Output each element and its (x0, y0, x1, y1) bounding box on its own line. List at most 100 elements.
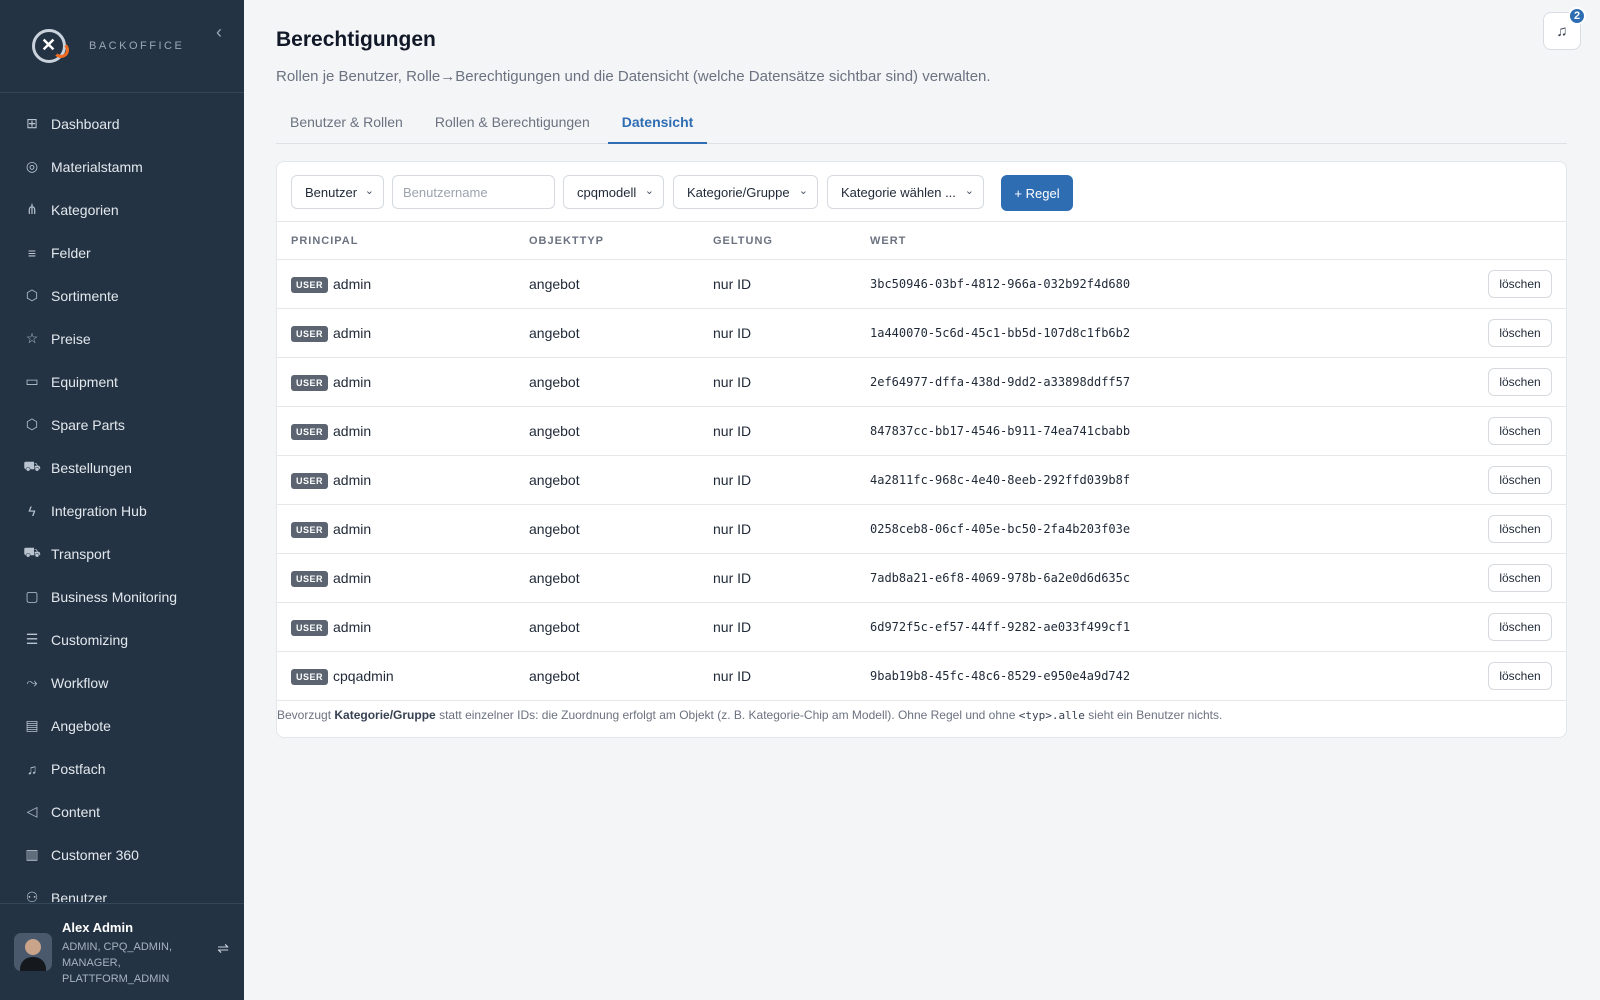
package-icon: ⬡ (25, 416, 39, 432)
delete-rule-button[interactable]: löschen (1488, 466, 1552, 494)
sidebar-item-materialstamm[interactable]: ◎ Materialstamm (0, 145, 244, 188)
geltung-cell: nur ID (713, 423, 752, 439)
sidebar-item-angebote[interactable]: ▤ Angebote (0, 704, 244, 747)
delete-rule-button[interactable]: löschen (1488, 368, 1552, 396)
datensicht-card: Benutzer ⌄ Benutzername cpqmodell ⌄ Kate… (276, 161, 1567, 738)
objekttyp-cell: angebot (529, 423, 580, 439)
chevron-down-icon: ⌄ (964, 185, 974, 197)
sidebar-item-felder[interactable]: ≡ Felder (0, 231, 244, 274)
tab-datensicht[interactable]: Datensicht (607, 103, 708, 144)
sidebar-item-label: Sortimente (51, 287, 119, 304)
sidebar-item-equipment[interactable]: ▭ Equipment (0, 360, 244, 403)
sidebar-item-dashboard[interactable]: ⊞ Dashboard (0, 102, 244, 145)
geltung-cell: nur ID (713, 668, 752, 684)
delete-rule-button[interactable]: löschen (1488, 417, 1552, 445)
objekttyp-cell: angebot (529, 668, 580, 684)
sidebar-item-business-monitoring[interactable]: ▢ Business Monitoring (0, 575, 244, 618)
sidebar-item-kategorien[interactable]: ⋔ Kategorien (0, 188, 244, 231)
building-icon: ▥ (25, 846, 39, 862)
sidebar-item-sortimente[interactable]: ⬡ Sortimente (0, 274, 244, 317)
sidebar-item-label: Dashboard (51, 115, 120, 132)
user-settings-icon[interactable]: ⇌ (217, 940, 229, 957)
category-select[interactable]: Kategorie wählen ... ⌄ (827, 175, 984, 209)
sidebar-item-preise[interactable]: ☆ Preise (0, 317, 244, 360)
chevron-down-icon: ⌄ (798, 185, 808, 197)
tab-benutzer-rollen[interactable]: Benutzer & Rollen (276, 103, 417, 144)
wert-cell: 3bc50946-03bf-4812-966a-032b92f4d680 (870, 277, 1131, 291)
sidebar-item-bestellungen[interactable]: ⛟ Bestellungen (0, 446, 244, 489)
principal-cell: USER admin (291, 374, 371, 391)
hint-text: Bevorzugt Kategorie/Gruppe statt einzeln… (277, 708, 1222, 722)
sidebar-item-label: Content (51, 803, 101, 820)
delete-rule-button[interactable]: löschen (1488, 662, 1552, 690)
sidebar-item-integration-hub[interactable]: ϟ Integration Hub (0, 489, 244, 532)
sidebar-item-label: Spare Parts (51, 416, 125, 433)
username-input[interactable]: Benutzername (392, 175, 555, 209)
megaphone-icon: ◁ (26, 803, 38, 819)
sidebar-item-workflow[interactable]: ⤳ Workflow (0, 661, 244, 704)
principal-cell: USER cpqadmin (291, 668, 394, 685)
tab-rollen-berechtigungen[interactable]: Rollen & Berechtigungen (421, 103, 604, 144)
sliders-icon: ☰ (25, 631, 39, 647)
object-type-select[interactable]: cpqmodell ⌄ (563, 175, 664, 209)
delete-rule-button[interactable]: löschen (1488, 319, 1552, 347)
collapse-sidebar-icon[interactable]: ‹ (216, 22, 222, 43)
table-row: USER admin angebot nur ID 6d972f5c-ef57-44ff… (277, 603, 1566, 652)
users-icon: ⚇ (25, 889, 39, 902)
user-roles: ADMIN, CPQ_ADMIN, MANAGER, PLATTFORM_ADM… (62, 941, 173, 985)
rule-toolbar: Benutzer ⌄ Benutzername cpqmodell ⌄ Kate… (277, 162, 1566, 222)
delete-rule-button[interactable]: löschen (1488, 564, 1552, 592)
table-row: USER admin angebot nur ID 4a2811fc-968c-4e40… (277, 456, 1566, 505)
bell-icon: ♫ (26, 760, 38, 777)
sidebar-item-spare-parts[interactable]: ⬡ Spare Parts (0, 403, 244, 446)
lightning-icon: ϟ (28, 502, 36, 519)
principal-cell: USER admin (291, 276, 371, 293)
wert-cell: 4a2811fc-968c-4e40-8eeb-292ffd039b8f (870, 473, 1131, 487)
delete-rule-button[interactable]: löschen (1488, 270, 1552, 298)
geltung-cell: nur ID (713, 374, 752, 390)
principal-type-badge: USER (291, 473, 329, 489)
principal-name: admin (333, 619, 372, 635)
brand: BACKOFFICE ‹ (0, 0, 244, 93)
principal-name: admin (333, 374, 372, 390)
object-type-value: cpqmodell (577, 184, 637, 200)
geltung-cell: nur ID (713, 472, 752, 488)
principal-type-badge: USER (291, 669, 329, 685)
sidebar-item-content[interactable]: ◁ Content (0, 790, 244, 833)
table-body: USER admin angebot nur ID 3bc50946-03bf-4812… (277, 260, 1566, 701)
objekttyp-cell: angebot (529, 374, 580, 390)
table-header: PRINCIPAL OBJEKTTYP GELTUNG WERT (277, 222, 1566, 260)
sidebar-item-customizing[interactable]: ☰ Customizing (0, 618, 244, 661)
brand-text: BACKOFFICE (89, 40, 185, 52)
sidebar-item-transport[interactable]: ⛟ Transport (0, 532, 244, 575)
workflow-icon: ⤳ (26, 674, 38, 690)
principal-type-badge: USER (291, 571, 329, 587)
add-rule-button[interactable]: + Regel (1001, 175, 1073, 211)
notifications-button[interactable]: ♫ 2 (1543, 7, 1586, 50)
cart-icon: ⛟ (23, 458, 41, 474)
principal-name: admin (333, 570, 372, 586)
delete-rule-button[interactable]: löschen (1488, 613, 1552, 641)
principal-type-select[interactable]: Benutzer ⌄ (291, 175, 384, 209)
main-content: Berechtigungen Rollen je Benutzer, Rolle… (244, 0, 1600, 1000)
database-icon: ◎ (25, 158, 39, 174)
sidebar-item-label: Customizing (51, 631, 129, 648)
delete-rule-button[interactable]: löschen (1488, 515, 1552, 543)
principal-cell: USER admin (291, 521, 371, 538)
tab-bar: Benutzer & Rollen Rollen & Berechtigungen… (276, 103, 1567, 144)
sidebar-item-postfach[interactable]: ♫ Postfach (0, 747, 244, 790)
principal-name: admin (333, 276, 372, 292)
list-icon: ≡ (27, 244, 37, 261)
sidebar-item-customer-360[interactable]: ▥ Customer 360 (0, 833, 244, 876)
star-icon: ☆ (25, 330, 39, 346)
table-row: USER cpqadmin angebot nur ID 9bab19b8-45fc-4… (277, 652, 1566, 701)
sidebar-item-benutzer[interactable]: ⚇ Benutzer (0, 876, 244, 902)
wert-cell: 847837cc-bb17-4546-b911-74ea741cbabb (870, 424, 1131, 438)
objekttyp-cell: angebot (529, 325, 580, 341)
wert-cell: 1a440070-5c6d-45c1-bb5d-107d8c1fb6b2 (870, 326, 1131, 340)
page-subtitle: Rollen je Benutzer, Rolle→Berechtigungen… (276, 68, 991, 85)
scope-select[interactable]: Kategorie/Gruppe ⌄ (673, 175, 818, 209)
column-wert: WERT (870, 235, 907, 247)
principal-type-value: Benutzer (305, 184, 358, 200)
chat-icon: ▢ (25, 588, 39, 604)
